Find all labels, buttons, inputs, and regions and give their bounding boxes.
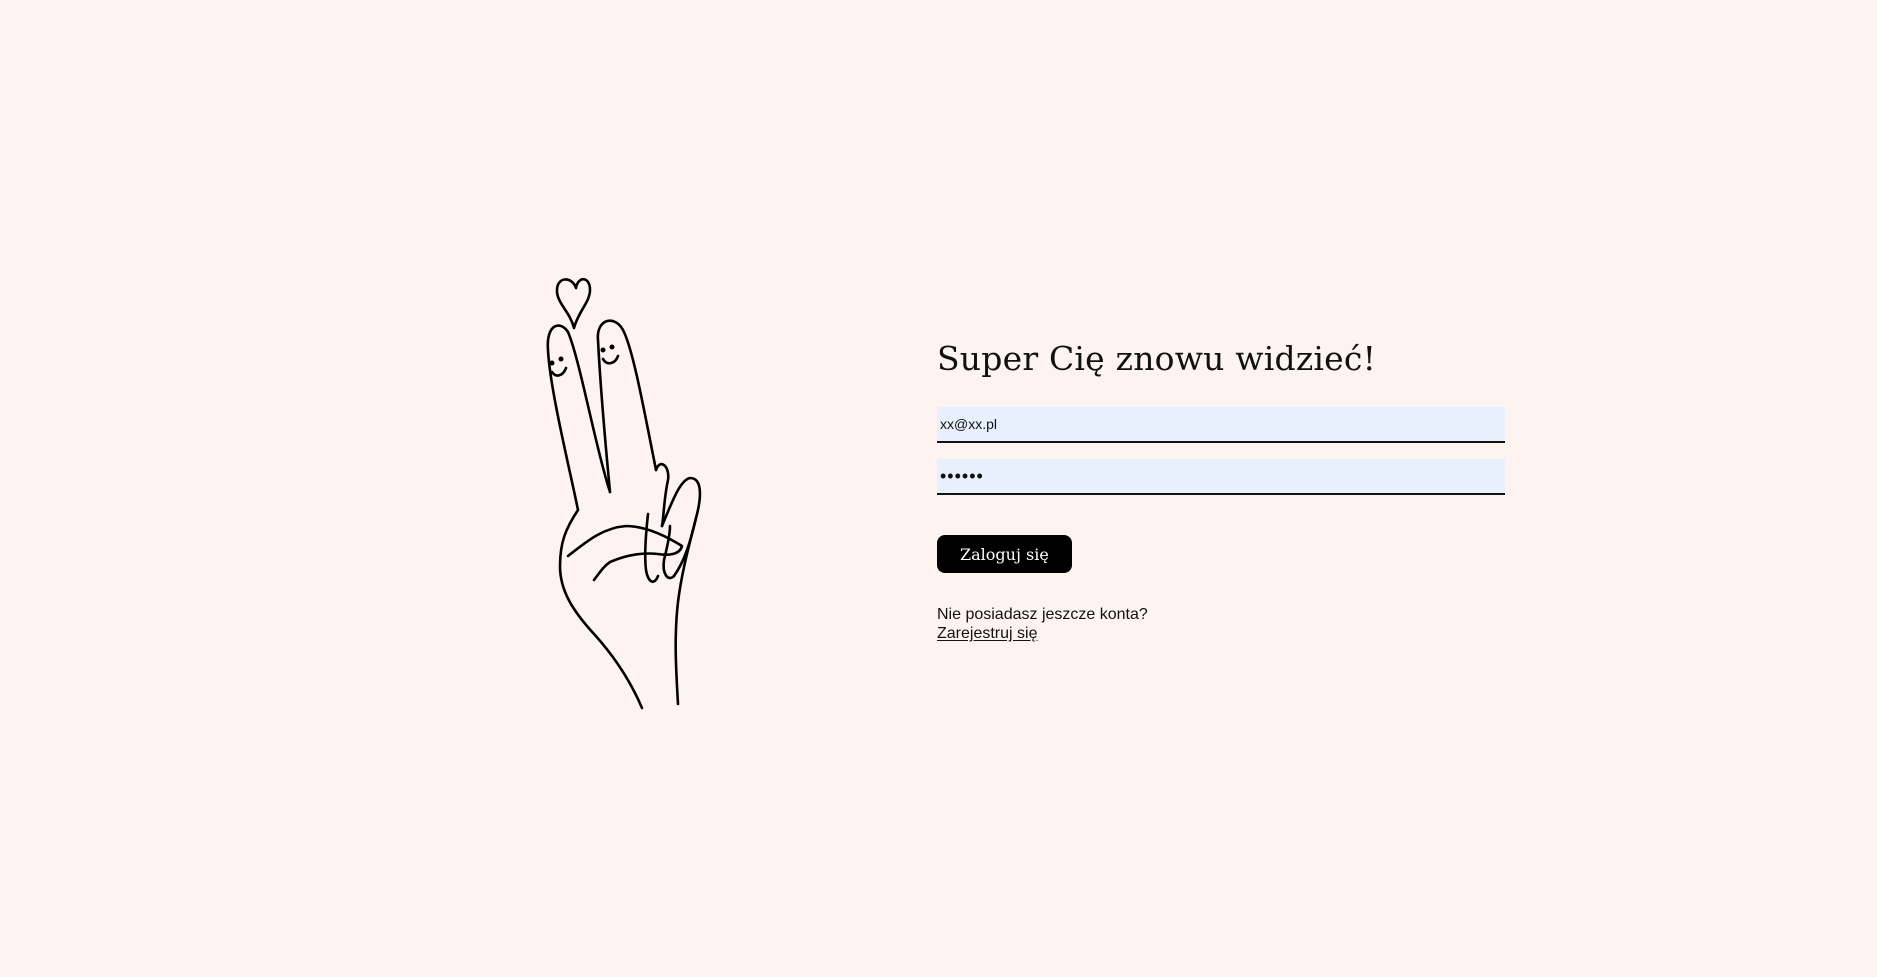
page-title: Super Cię znowu widzieć! <box>937 339 1377 378</box>
email-field[interactable] <box>937 407 1505 443</box>
password-field[interactable] <box>937 459 1505 495</box>
login-panel: Super Cię znowu widzieć! Zaloguj się Nie… <box>937 335 1505 643</box>
peace-hand-illustration <box>530 270 750 710</box>
register-link[interactable]: Zarejestruj się <box>937 624 1037 643</box>
heart-icon <box>555 277 592 330</box>
register-question: Nie posiadasz jeszcze konta? <box>937 606 1148 623</box>
login-button[interactable]: Zaloguj się <box>937 535 1072 573</box>
register-block: Nie posiadasz jeszcze konta? Zarejestruj… <box>937 605 1505 643</box>
